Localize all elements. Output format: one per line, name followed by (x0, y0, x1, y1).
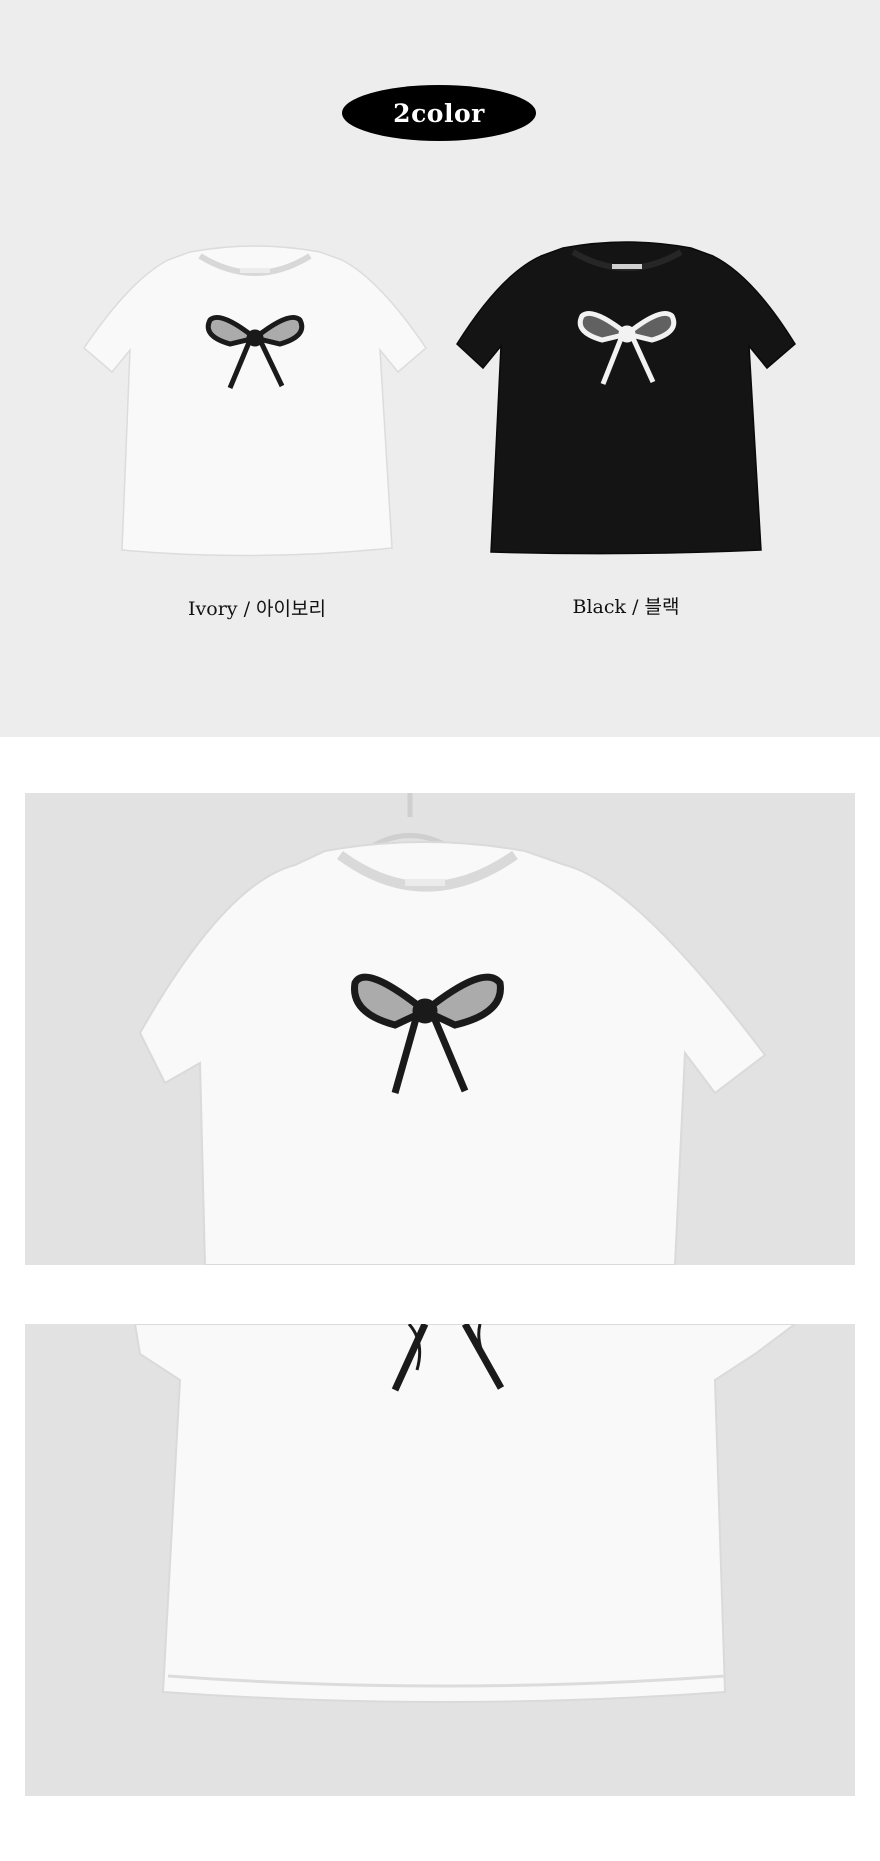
black-caption: Black / 블랙 (572, 596, 680, 618)
black-shirt-image (456, 241, 796, 555)
body-closeup-photo (25, 1324, 855, 1796)
ivory-caption: Ivory / 아이보리 (188, 598, 326, 620)
color-count-badge: 2color (342, 85, 536, 141)
front-closeup-photo (25, 793, 855, 1265)
ivory-shirt-image (83, 245, 427, 557)
color-options-section: 2color Ivory / 아이보리 Black / 블랙 (0, 0, 880, 737)
